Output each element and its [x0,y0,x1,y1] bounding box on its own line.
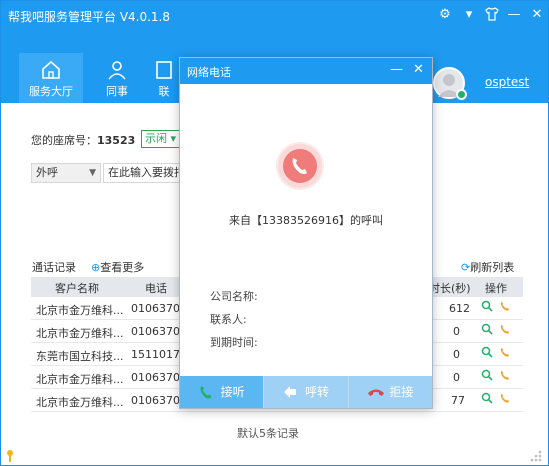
nav-label: 同事 [106,85,128,98]
search-icon[interactable] [481,300,495,314]
view-more-link[interactable]: ⊕查看更多 [91,259,144,275]
seat-number: 您的座席号：13523 [31,132,135,148]
nav-contacts[interactable]: 联 [149,53,179,103]
caller-info: 来自【13383526916】的呼叫 [229,214,383,227]
nav-label: 联 [158,85,170,98]
col-actions: 操作 [485,282,507,295]
search-icon[interactable] [481,369,495,383]
customer-name: 北京市金万维科... [36,396,124,409]
user-icon [108,61,126,80]
chevron-down-icon: ▼ [89,168,96,178]
contact-label: 联系人: [210,313,247,326]
reject-button[interactable]: 拒接 [348,376,432,408]
incoming-call-icon [278,144,322,188]
minimize-icon[interactable]: — [506,7,522,23]
call-icon[interactable] [499,392,513,406]
call-icon[interactable] [499,300,513,314]
search-icon: ⊕ [91,261,101,274]
search-icon[interactable] [481,346,495,360]
dial-type-select[interactable]: 外呼 ▼ [31,163,101,183]
dial-number-input[interactable]: 在此输入要拨打 [103,163,183,183]
call-records-title: 通话记录 [32,261,76,274]
col-duration: 时长(秒) [429,282,471,295]
refresh-icon: ⟳ [461,261,471,274]
transfer-arrow-icon [284,386,297,398]
skin-icon[interactable] [484,7,500,23]
app-window: 帮我吧服务管理平台 V4.0.1.8 ⚙ ▾ — ✕ 服务大厅 同事 联 osp… [0,0,549,466]
call-icon[interactable] [499,369,513,383]
duration: 0 [453,325,460,338]
duration: 0 [453,348,460,361]
customer-name: 北京市金万维科... [36,327,124,340]
status-select[interactable]: 示闲 ▾ [141,130,181,148]
customer-name: 东莞市国立科技... [36,350,124,363]
answer-button[interactable]: 接听 [180,376,265,408]
refresh-list-button[interactable]: ⟳刷新列表 [461,259,514,275]
online-status-icon [456,89,467,100]
duration: 612 [449,302,470,315]
col-customer: 客户名称 [55,282,99,295]
search-icon[interactable] [481,323,495,337]
home-icon [42,60,60,79]
minimize-icon[interactable]: — [390,62,403,77]
dialog-title: 网络电话 [187,66,231,79]
refresh-label: 刷新列表 [470,261,515,274]
call-actions: 接听 呼转 拒接 [180,376,432,408]
customer-name: 北京市金万维科... [36,304,124,317]
duration: 0 [453,371,460,384]
view-more-label: 查看更多 [100,261,145,274]
hangup-icon [367,389,384,396]
duration: 77 [451,394,465,407]
nav-colleague[interactable]: 同事 [85,53,149,103]
seat-value: 13523 [97,134,136,147]
resize-grip-icon[interactable] [525,445,543,463]
nav-service-hall[interactable]: 服务大厅 [19,53,83,103]
close-icon[interactable]: ✕ [529,7,545,23]
key-icon [7,450,13,462]
close-icon[interactable]: ✕ [413,62,424,77]
username-link[interactable]: osptest [485,75,529,89]
call-icon[interactable] [499,323,513,337]
call-icon[interactable] [499,346,513,360]
status-value: 示闲 [145,132,167,145]
title-bar: 帮我吧服务管理平台 V4.0.1.8 ⚙ ▾ — ✕ [1,1,548,31]
avatar[interactable] [433,67,467,100]
customer-name: 北京市金万维科... [36,373,124,386]
dial-type-value: 外呼 [36,166,58,179]
dropdown-icon[interactable]: ▾ [461,7,477,23]
company-label: 公司名称: [210,290,258,303]
col-phone: 电话 [145,282,167,295]
app-title: 帮我吧服务管理平台 V4.0.1.8 [8,10,171,24]
records-footer: 默认5条记录 [237,427,299,440]
contacts-icon [156,61,172,79]
dialog-header: 网络电话 — ✕ [180,58,432,84]
search-icon[interactable] [481,392,495,406]
incoming-call-dialog: 网络电话 — ✕ 来自【13383526916】的呼叫 公司名称: 联系人: 到… [179,57,433,409]
settings-icon[interactable]: ⚙ [437,7,453,23]
seat-label: 您的座席号： [31,134,97,147]
phone-icon [200,386,212,399]
transfer-button[interactable]: 呼转 [264,376,349,408]
expire-label: 到期时间: [210,336,258,349]
nav-label: 服务大厅 [29,85,73,98]
